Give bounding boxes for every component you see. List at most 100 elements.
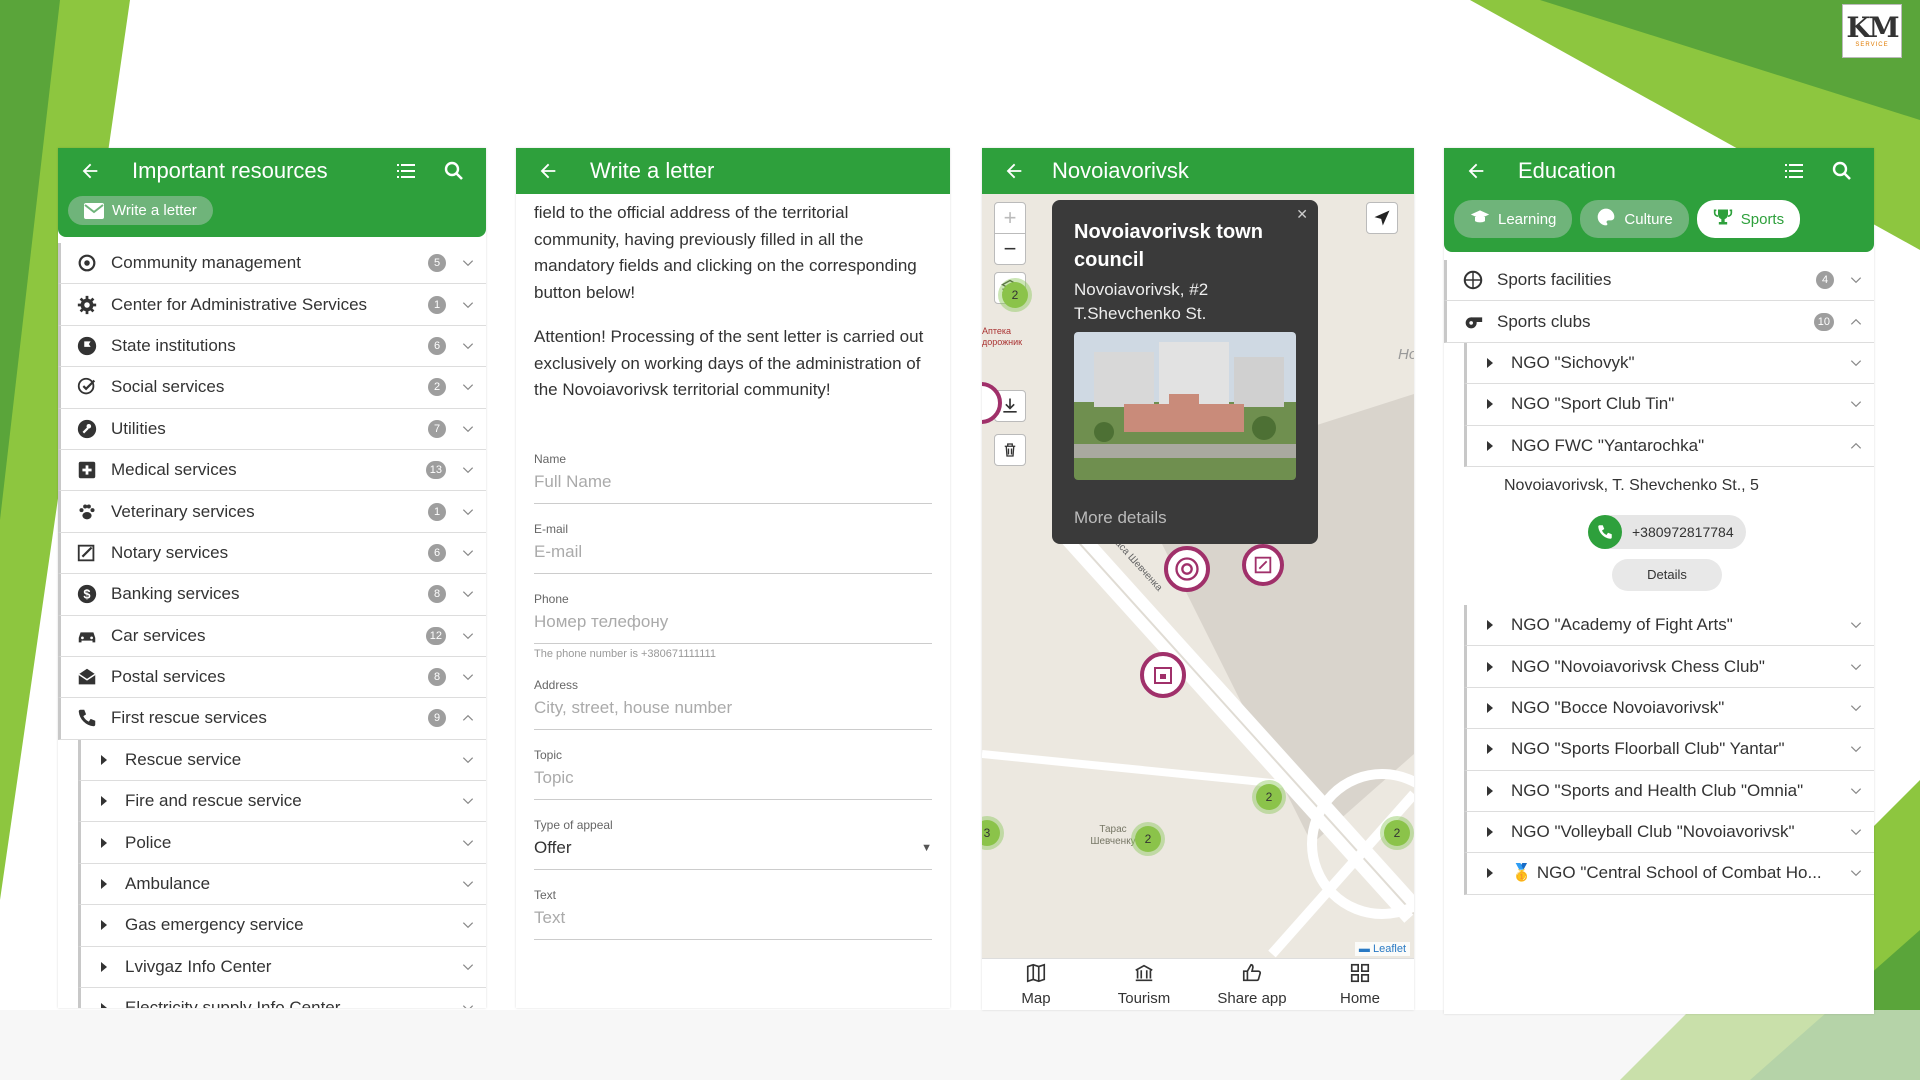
chevron-down-icon[interactable] <box>1848 617 1864 633</box>
chevron-down-icon[interactable] <box>460 255 476 271</box>
chevron-down-icon[interactable] <box>460 421 476 437</box>
chevron-down-icon[interactable] <box>1848 700 1864 716</box>
resource-item[interactable]: Notary services 6 <box>58 532 486 575</box>
topic-field[interactable]: Topic Topic <box>534 730 932 800</box>
chevron-down-icon[interactable] <box>460 752 476 768</box>
search-icon[interactable] <box>440 157 468 185</box>
club-item[interactable]: 🥇 NGO "Central School of Combat Ho... <box>1464 853 1874 895</box>
text-input[interactable]: Text <box>534 908 932 940</box>
chevron-down-icon[interactable] <box>1848 824 1864 840</box>
chevron-down-icon[interactable] <box>460 835 476 851</box>
map-pin[interactable] <box>1164 546 1210 592</box>
write-letter-button[interactable]: Write a letter <box>68 196 213 225</box>
tab-learning[interactable]: Learning <box>1454 200 1573 238</box>
text-field[interactable]: Text Text <box>534 870 932 940</box>
category-item[interactable]: Sports facilities 4 <box>1444 260 1874 302</box>
cluster-marker[interactable]: 2 <box>1380 816 1414 850</box>
topic-input[interactable]: Topic <box>534 768 932 800</box>
club-item[interactable]: NGO "Sports and Health Club "Omnia" <box>1464 770 1874 812</box>
appeal-type-select[interactable]: Offer ▼ <box>534 838 932 870</box>
chevron-down-icon[interactable] <box>460 959 476 975</box>
email-input[interactable]: E-mail <box>534 542 932 574</box>
name-field[interactable]: Name Full Name <box>534 422 932 504</box>
chevron-down-icon[interactable] <box>460 379 476 395</box>
resource-item[interactable]: State institutions 6 <box>58 325 486 368</box>
resource-item[interactable]: Community management 5 <box>58 243 486 285</box>
club-item[interactable]: NGO "Novoiavorivsk Chess Club" <box>1464 646 1874 688</box>
chevron-down-icon[interactable] <box>460 628 476 644</box>
sub-resource-item[interactable]: Ambulance <box>78 863 486 906</box>
nav-item[interactable]: Home <box>1306 959 1414 1010</box>
map-attribution[interactable]: ▬ Leaflet <box>1354 942 1410 956</box>
close-icon[interactable]: ✕ <box>1296 206 1308 223</box>
chevron-down-icon[interactable] <box>1848 741 1864 757</box>
club-item[interactable]: NGO "Academy of Fight Arts" <box>1464 604 1874 647</box>
club-item[interactable]: NGO "Sports Floorball Club" Yantar" <box>1464 729 1874 771</box>
chevron-down-icon[interactable] <box>460 793 476 809</box>
sub-resource-item[interactable]: Gas emergency service <box>78 905 486 947</box>
club-item[interactable]: NGO "Bocce Novoiavorivsk" <box>1464 687 1874 730</box>
chevron-down-icon[interactable] <box>460 504 476 520</box>
resource-item[interactable]: Social services 2 <box>58 367 486 409</box>
nav-item[interactable]: Map <box>982 959 1090 1010</box>
chevron-down-icon[interactable] <box>460 1000 476 1008</box>
map-pin[interactable] <box>1242 544 1284 586</box>
delete-button[interactable] <box>994 434 1026 466</box>
details-button[interactable]: Details <box>1612 558 1722 591</box>
back-arrow-icon[interactable] <box>1000 157 1028 185</box>
address-field[interactable]: Address City, street, house number <box>534 660 932 730</box>
sub-resource-item[interactable]: Fire and rescue service <box>78 781 486 823</box>
chevron-down-icon[interactable] <box>460 669 476 685</box>
search-icon[interactable] <box>1828 157 1856 185</box>
cluster-marker[interactable]: 2 <box>998 278 1032 312</box>
resource-item[interactable]: $ Banking services 8 <box>58 574 486 616</box>
chevron-up-icon[interactable] <box>1848 438 1864 454</box>
more-details-link[interactable]: More details <box>1074 508 1296 528</box>
zoom-out-button[interactable]: − <box>994 233 1026 265</box>
resource-item[interactable]: Veterinary services 1 <box>58 491 486 533</box>
map-pin[interactable] <box>1140 652 1186 698</box>
resource-item[interactable]: Medical services 13 <box>58 449 486 492</box>
sub-resource-item[interactable]: Lvivgaz Info Center <box>78 946 486 989</box>
email-field[interactable]: E-mail E-mail <box>534 504 932 574</box>
chevron-down-icon[interactable] <box>460 462 476 478</box>
zoom-in-button[interactable]: + <box>994 202 1026 234</box>
club-item[interactable]: NGO "Sport Club Tin" <box>1464 384 1874 426</box>
locate-button[interactable] <box>1366 202 1398 234</box>
cluster-marker[interactable]: 2 <box>1252 780 1286 814</box>
list-icon[interactable] <box>392 157 420 185</box>
chevron-down-icon[interactable] <box>1848 865 1864 881</box>
resource-item[interactable]: Car services 12 <box>58 615 486 657</box>
phone-field[interactable]: Phone Номер телефону The phone number is… <box>534 574 932 660</box>
chevron-down-icon[interactable] <box>460 297 476 313</box>
chevron-down-icon[interactable] <box>460 586 476 602</box>
address-input[interactable]: City, street, house number <box>534 698 932 730</box>
list-icon[interactable] <box>1780 157 1808 185</box>
appeal-type-field[interactable]: Type of appeal Offer ▼ <box>534 800 932 870</box>
back-arrow-icon[interactable] <box>76 157 104 185</box>
back-arrow-icon[interactable] <box>1462 157 1490 185</box>
phone-button[interactable]: +380972817784 <box>1588 514 1746 549</box>
nav-item[interactable]: Tourism <box>1090 959 1198 1010</box>
tab-sports[interactable]: Sports <box>1696 200 1801 238</box>
sub-resource-item[interactable]: Police <box>78 822 486 864</box>
chevron-down-icon[interactable] <box>460 545 476 561</box>
chevron-up-icon[interactable] <box>1848 314 1864 330</box>
chevron-down-icon[interactable] <box>1848 659 1864 675</box>
resource-item[interactable]: Utilities 7 <box>58 408 486 450</box>
chevron-up-icon[interactable] <box>460 710 476 726</box>
chevron-down-icon[interactable] <box>1848 355 1864 371</box>
chevron-down-icon[interactable] <box>1848 272 1864 288</box>
phone-input[interactable]: Номер телефону <box>534 612 932 644</box>
chevron-down-icon[interactable] <box>460 338 476 354</box>
resource-item[interactable]: Postal services 8 <box>58 656 486 699</box>
sub-resource-item[interactable]: Rescue service <box>78 739 486 782</box>
chevron-down-icon[interactable] <box>1848 396 1864 412</box>
map-view[interactable]: Тараса Шевченка Аптека дорожник Но Тарас… <box>982 194 1414 958</box>
cluster-marker[interactable]: 2 <box>1131 822 1165 856</box>
tab-culture[interactable]: Culture <box>1580 200 1689 238</box>
club-item[interactable]: NGO "Volleyball Club "Novoiavorivsk" <box>1464 811 1874 854</box>
chevron-down-icon[interactable] <box>1848 783 1864 799</box>
place-popup[interactable]: ✕ Novoiavorivsk town council Novoiavoriv… <box>1052 200 1318 544</box>
nav-item[interactable]: Share app <box>1198 959 1306 1010</box>
